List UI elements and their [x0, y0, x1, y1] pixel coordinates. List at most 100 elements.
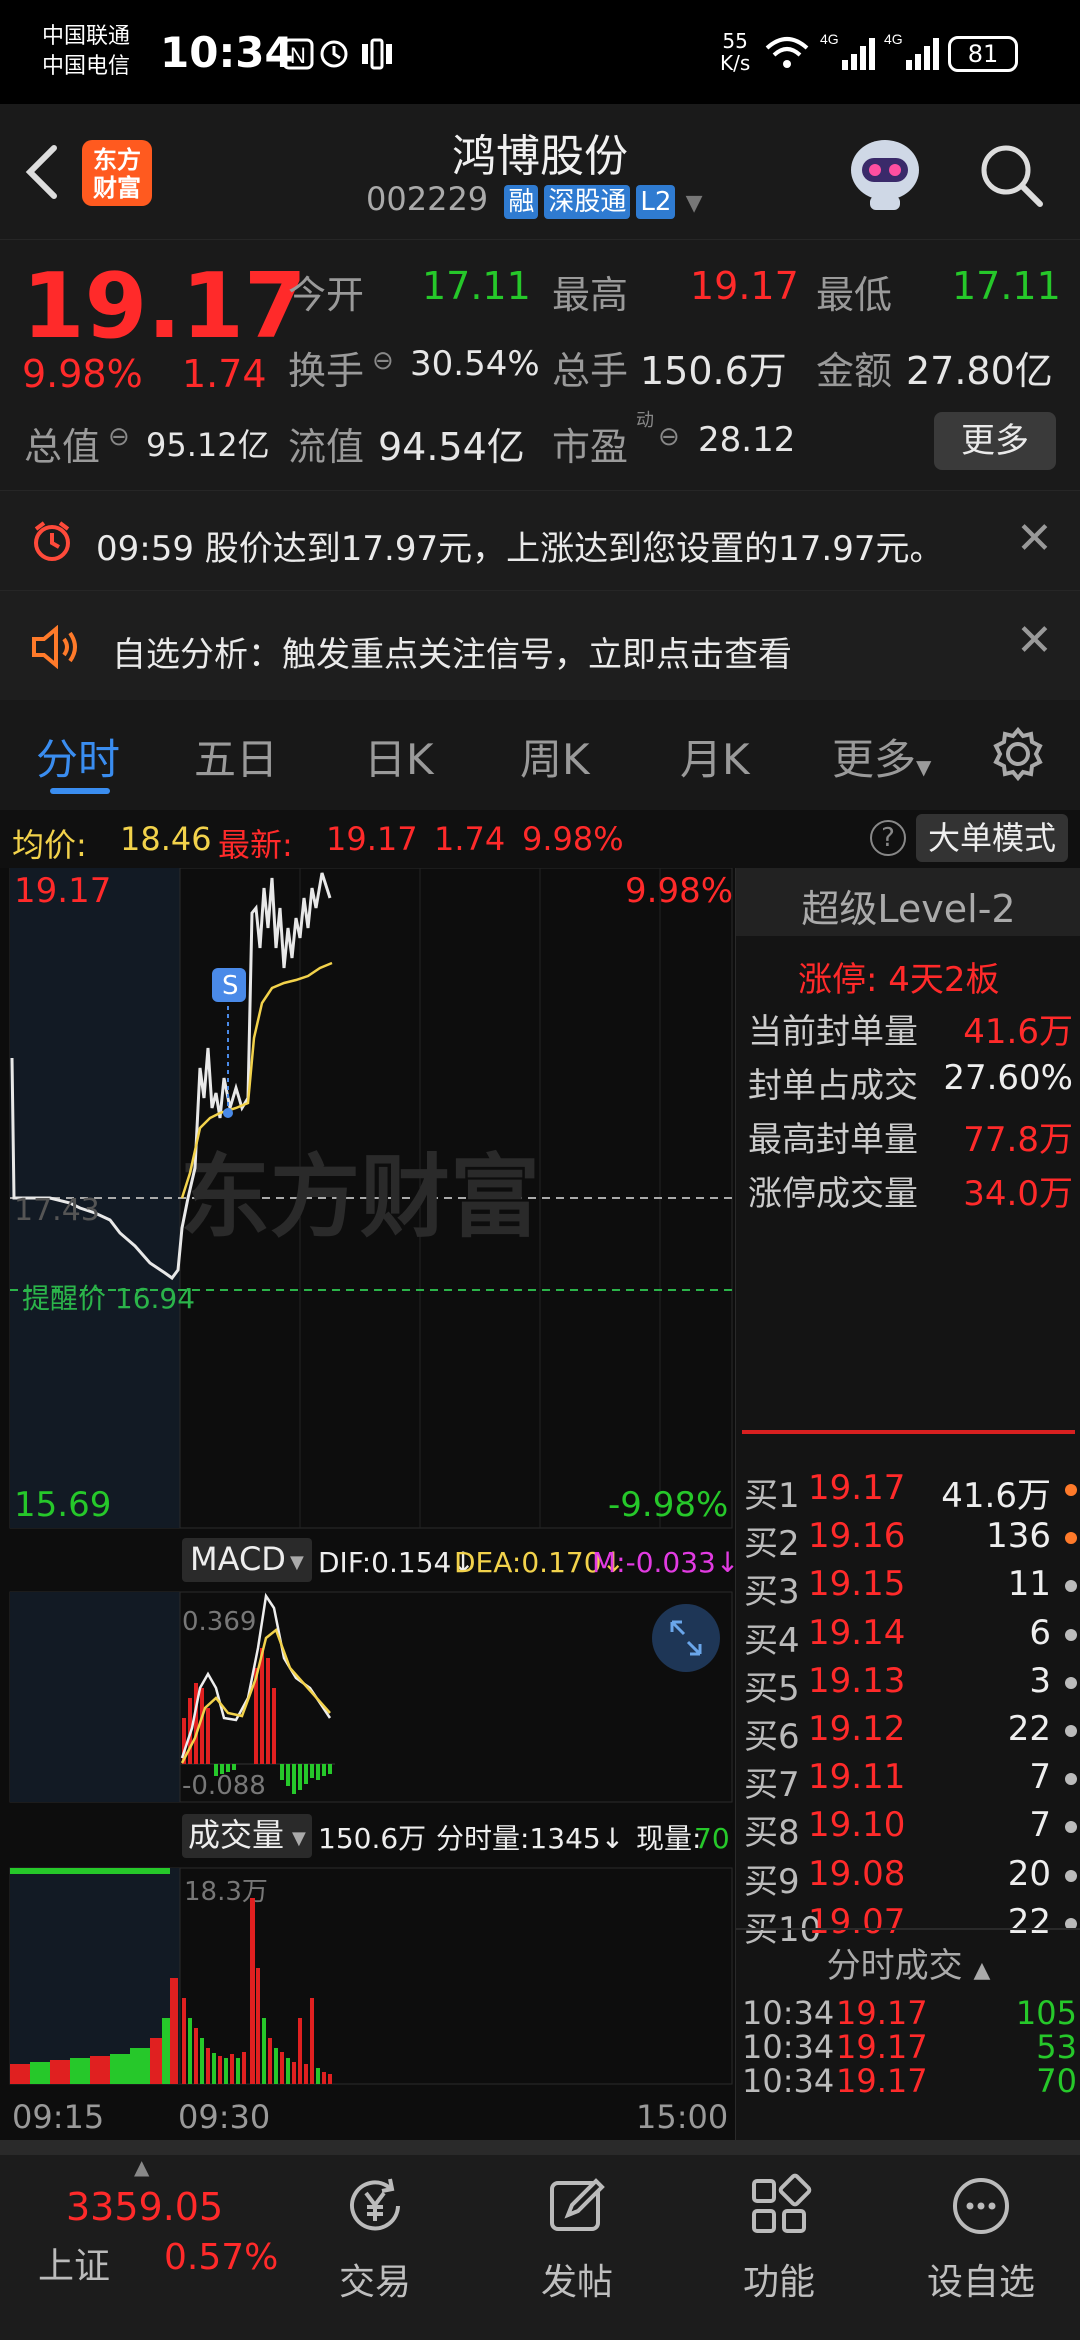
close-icon[interactable]: ✕	[1016, 615, 1053, 666]
latest-label: 最新:	[218, 826, 293, 864]
order-volume: 20	[1007, 1853, 1051, 1894]
level2-stat-row: 当前封单量 41.6万	[748, 1004, 1073, 1053]
order-book-row[interactable]: 买4 19.14 6	[744, 1613, 1079, 1661]
order-level-label: 买5	[744, 1668, 800, 1709]
order-price: 19.15	[808, 1564, 906, 1605]
alarm-clock-icon	[30, 519, 74, 567]
trade-price: 19.17	[836, 1994, 928, 2032]
analysis-alert-row[interactable]: 自选分析：触发重点关注信号，立即点击查看 ✕	[0, 590, 1080, 700]
pe-value: 28.12	[698, 420, 796, 460]
battery-icon: 81	[948, 36, 1018, 72]
stat-value: 34.0万	[963, 1174, 1073, 1214]
order-dot-icon	[1065, 1484, 1077, 1496]
order-book-row[interactable]: 买8 19.10 7	[744, 1805, 1079, 1853]
trade-volume: 105	[1015, 1994, 1077, 2032]
order-dot-icon	[1065, 1628, 1077, 1641]
info-circle-icon[interactable]: ⊖	[372, 346, 394, 376]
stock-code-row[interactable]: 002229 融深股通 L2 ▼	[366, 180, 702, 219]
speaker-icon	[30, 624, 80, 673]
level2-title-bar[interactable]: 超级Level-2	[736, 868, 1080, 936]
time-start: 09:15	[12, 2098, 104, 2136]
order-price: 19.11	[808, 1757, 906, 1798]
more-button[interactable]: 更多	[934, 412, 1056, 470]
svg-text:4G: 4G	[820, 31, 839, 47]
help-icon[interactable]: ?	[870, 820, 906, 856]
signal-icon-2: 4G	[884, 30, 944, 78]
active-tab-indicator	[50, 788, 110, 794]
search-button[interactable]	[976, 140, 1046, 214]
nav-trade[interactable]: 交易	[300, 2171, 450, 2305]
triangle-up-icon: ▲	[973, 1958, 991, 1983]
robot-assistant-icon[interactable]	[840, 130, 930, 214]
price-alert-row[interactable]: 09:59 股价达到17.97元，上涨达到您设置的17.97元。 ✕	[0, 490, 1080, 590]
carrier-2: 中国电信	[42, 54, 131, 79]
order-dot-icon	[1065, 1821, 1077, 1834]
svg-text:▼: ▼	[292, 1828, 306, 1849]
volume-now: 70	[694, 1822, 730, 1855]
order-volume: 7	[1029, 1805, 1051, 1846]
settings-button[interactable]	[990, 726, 1046, 786]
stat-label: 当前封单量	[748, 1012, 918, 1052]
order-dot-icon	[1065, 1773, 1077, 1786]
index-percent: 0.57%	[164, 2237, 279, 2278]
yen-circle-icon	[350, 2178, 400, 2231]
order-book-row[interactable]: 买6 19.12 22	[744, 1709, 1079, 1757]
chart-watermark: 东方财富	[180, 1145, 540, 1250]
order-book-row[interactable]: 买7 19.11 7	[744, 1757, 1079, 1805]
tab-weekly-k[interactable]: 周K	[520, 726, 590, 787]
latest-percent: 9.98%	[522, 820, 624, 858]
total-mv-value: 95.12亿	[146, 426, 270, 464]
stat-value: 41.6万	[963, 1012, 1073, 1052]
bottom-ticker-strip	[0, 2141, 1080, 2155]
order-book-row[interactable]: 买9 19.08 20	[744, 1854, 1079, 1902]
order-book-row[interactable]: 买2 19.16 136	[744, 1516, 1079, 1564]
order-dot-icon	[1065, 1532, 1077, 1545]
carrier-1: 中国联通	[42, 24, 131, 49]
nav-post[interactable]: 发帖	[502, 2171, 652, 2305]
nav-add-watchlist[interactable]: 设自选	[906, 2171, 1056, 2305]
tab-more-label: 更多	[832, 735, 917, 784]
tab-more[interactable]: 更多▼	[832, 726, 931, 787]
volume-total: 150.6万	[318, 1822, 426, 1855]
battery-level: 81	[967, 40, 999, 68]
tab-daily-k[interactable]: 日K	[364, 726, 434, 787]
current-price: 19.17	[22, 254, 307, 359]
status-icons: N	[282, 34, 402, 74]
info-circle-icon[interactable]: ⊖	[658, 422, 680, 452]
tab-intraday[interactable]: 分时	[36, 726, 120, 787]
tab-monthly-k[interactable]: 月K	[680, 726, 750, 787]
float-mv-value: 94.54亿	[378, 425, 525, 469]
trades-title[interactable]: 分时成交 ▲	[736, 1938, 1080, 1987]
order-dot-icon	[1065, 1580, 1077, 1593]
chart-bottom-price: 15.69	[14, 1485, 111, 1525]
order-book-row[interactable]: 买3 19.15 11	[744, 1564, 1079, 1612]
intraday-chart-svg[interactable]: 东方财富 S 19.17 9.98% 17.43 提醒价 16.94 15.69…	[0, 868, 735, 2148]
trade-price: 19.17	[836, 2062, 928, 2100]
order-book-row[interactable]: 买1 19.17 41.6万	[744, 1468, 1079, 1516]
amount-value: 27.80亿	[906, 349, 1053, 393]
nav-functions-label: 功能	[742, 2262, 815, 2303]
order-price: 19.14	[808, 1612, 906, 1653]
change-percent: 9.98%	[22, 352, 143, 396]
amount-label: 金额	[816, 349, 893, 393]
wifi-icon	[762, 32, 812, 76]
close-icon[interactable]: ✕	[1016, 513, 1053, 564]
clock: 10:34	[160, 28, 294, 77]
macd-top-label: 0.369	[182, 1607, 256, 1637]
s-marker: S	[222, 971, 239, 1001]
order-volume: 6	[1029, 1612, 1051, 1653]
tab-five-day[interactable]: 五日	[194, 726, 278, 787]
info-circle-icon[interactable]: ⊖	[108, 422, 130, 452]
period-tabs: 分时 五日 日K 周K 月K 更多▼	[0, 700, 1080, 810]
stat-value: 27.60%	[943, 1058, 1073, 1098]
order-volume: 7	[1029, 1757, 1051, 1798]
order-price: 19.07	[808, 1901, 906, 1942]
nav-functions[interactable]: 功能	[704, 2171, 854, 2305]
order-volume: 11	[1007, 1564, 1051, 1605]
big-order-mode-button[interactable]: 大单模式	[916, 814, 1068, 862]
order-book-row[interactable]: 买5 19.13 3	[744, 1661, 1079, 1709]
status-bar: 中国联通 中国电信 10:34 N 55 K/s 4G 4G 81	[0, 0, 1080, 104]
chart-top-pct: 9.98%	[625, 871, 733, 911]
pe-label: 市盈	[552, 425, 629, 469]
open-value: 17.11	[422, 264, 531, 308]
